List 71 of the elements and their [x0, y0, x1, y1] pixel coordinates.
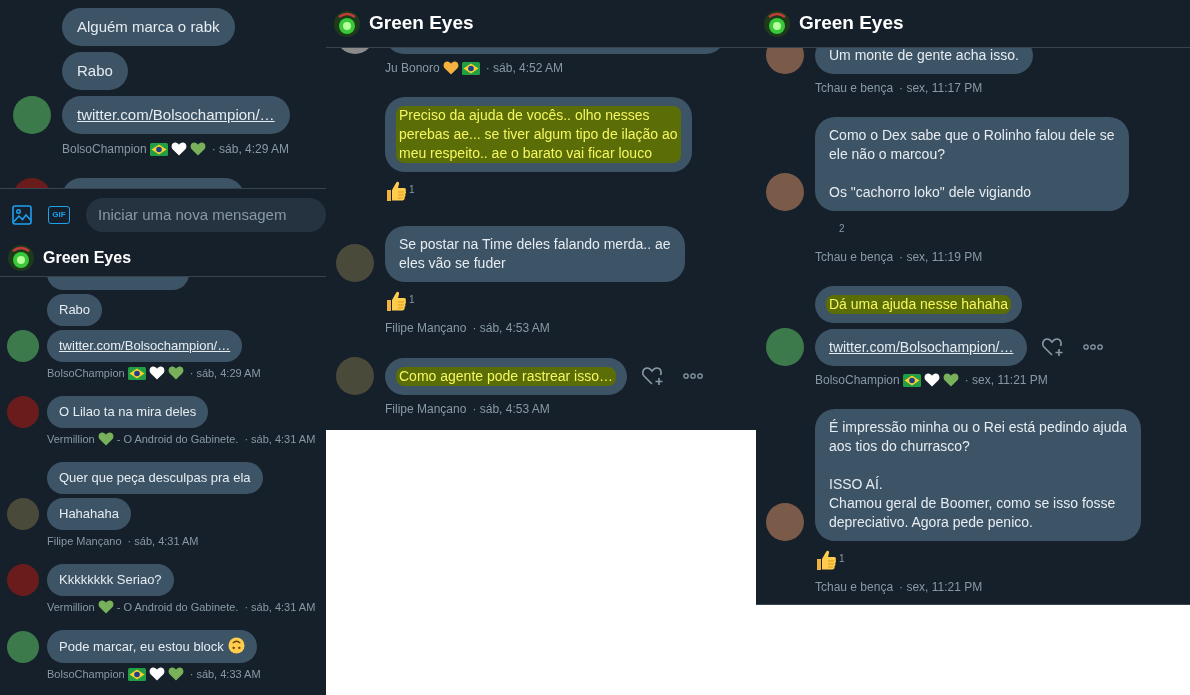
logo-icon: [333, 9, 361, 38]
chat-title: Green Eyes: [799, 11, 904, 36]
timestamp: · sex, 11:21 PM: [899, 580, 983, 594]
sender-name: Tchau e bença: [815, 81, 894, 95]
message-text: Como agente pode rastrear isso…: [396, 367, 616, 386]
message-text: Pode marcar, eu estou block: [59, 638, 224, 656]
sender-name: BolsoChampion: [47, 667, 125, 681]
message-text: Preciso da ajuda de vocês.. olho nesses perebas ae... se tiver algum tipo de ilação ao meu respeito.. ae o barato vai ficar louco: [396, 106, 681, 163]
timestamp: · sáb, 4:31 AM: [127, 534, 199, 548]
message-text: Rabo: [59, 301, 91, 319]
message-text: Rabo: [77, 61, 113, 81]
message-text: Alguém marca o rabk: [77, 17, 220, 37]
timestamp: · sáb, 4:31 AM: [244, 600, 316, 614]
sender-name: - O Android do Gabinete.: [116, 600, 239, 614]
sender-name: BolsoChampion: [47, 366, 125, 380]
thumbs-up-icon: [385, 180, 407, 202]
sender-name: Tchau e bença: [815, 250, 894, 264]
timestamp: · sex, 11:17 PM: [899, 81, 983, 95]
thumbs-up-icon: [385, 290, 407, 312]
timestamp: · sáb, 4:29 AM: [211, 142, 290, 156]
chat-title: Green Eyes: [369, 11, 474, 36]
more-icon[interactable]: [1083, 344, 1104, 350]
message-input[interactable]: Iniciar uma nova mensagem: [86, 197, 326, 232]
flag-icon: [902, 373, 921, 387]
gif-button[interactable]: GIF: [48, 205, 70, 224]
heart-plus-icon[interactable]: [1041, 336, 1066, 358]
message-link[interactable]: twitter.com/Bolsochampion/…: [59, 338, 231, 353]
sender-name: Tchau e bença: [815, 580, 894, 594]
thumbs-up-icon: [815, 549, 837, 571]
timestamp: · sáb, 4:33 AM: [189, 667, 261, 681]
sender-name: BolsoChampion: [62, 142, 147, 156]
chat-title: Green Eyes: [43, 248, 132, 268]
message-text: Dá uma ajuda nesse hahaha: [826, 295, 1012, 314]
reaction-count: 2: [839, 222, 845, 236]
sender-name: Filipe Mançano: [385, 321, 467, 335]
message-text: Um monte de gente acha isso.: [829, 48, 1019, 65]
logo-icon: [763, 9, 791, 38]
timestamp: · sex, 11:21 PM: [964, 373, 1048, 387]
message-text: Como o Dex sabe que o Rolinho falou dele se ele não o marcou? Os "cachorro loko" dele vigiando: [829, 126, 1115, 202]
message-link[interactable]: twitter.com/Bolsochampion/…: [77, 106, 275, 123]
message-text: É impressão minha ou o Rei está pedindo ajuda aos tios do churrasco? ISSO AÍ. Chamou geral de Boomer, como se isso fosse depreciativo. Agora pede penico.: [829, 418, 1128, 532]
reaction-count: 1: [839, 552, 845, 566]
sender-name: Vermillion: [47, 600, 95, 614]
message-text: Quer que peça desculpas pra ela: [59, 469, 251, 487]
sender-name: Ju Bonoro: [385, 61, 440, 75]
sender-name: - O Android do Gabinete.: [116, 432, 239, 446]
reaction-count: 1: [409, 183, 415, 197]
message-text: Se postar na Time deles falando merda.. ae eles vão se fuder: [399, 235, 671, 273]
logo-icon: [7, 244, 35, 272]
heart-plus-icon[interactable]: [641, 365, 665, 387]
timestamp: · sáb, 4:52 AM: [485, 61, 564, 75]
more-icon[interactable]: [683, 373, 703, 379]
timestamp: · sáb, 4:31 AM: [244, 432, 316, 446]
message-link[interactable]: twitter.com/Bolsochampion/…: [829, 339, 1014, 355]
message-text: Hahahaha: [59, 505, 119, 523]
timestamp: · sex, 11:19 PM: [899, 250, 983, 264]
image-icon[interactable]: [12, 204, 32, 225]
timestamp: · sáb, 4:53 AM: [472, 402, 550, 416]
timestamp: · sáb, 4:53 AM: [472, 321, 550, 335]
sender-name: Vermillion: [47, 432, 95, 446]
sender-name: BolsoChampion: [815, 373, 900, 387]
flag-icon: [127, 366, 146, 380]
sender-name: Filipe Mançano: [47, 534, 122, 548]
message-text: Kkkkkkkk Seriao?: [59, 571, 162, 589]
reaction-count: 1: [409, 293, 415, 307]
flag-icon: [149, 142, 168, 156]
timestamp: · sáb, 4:29 AM: [189, 366, 261, 380]
message-text: O Lilao ta na mira deles: [59, 403, 197, 421]
flag-icon: [461, 61, 480, 75]
flag-icon: [127, 667, 146, 681]
sender-name: Filipe Mançano: [385, 402, 467, 416]
